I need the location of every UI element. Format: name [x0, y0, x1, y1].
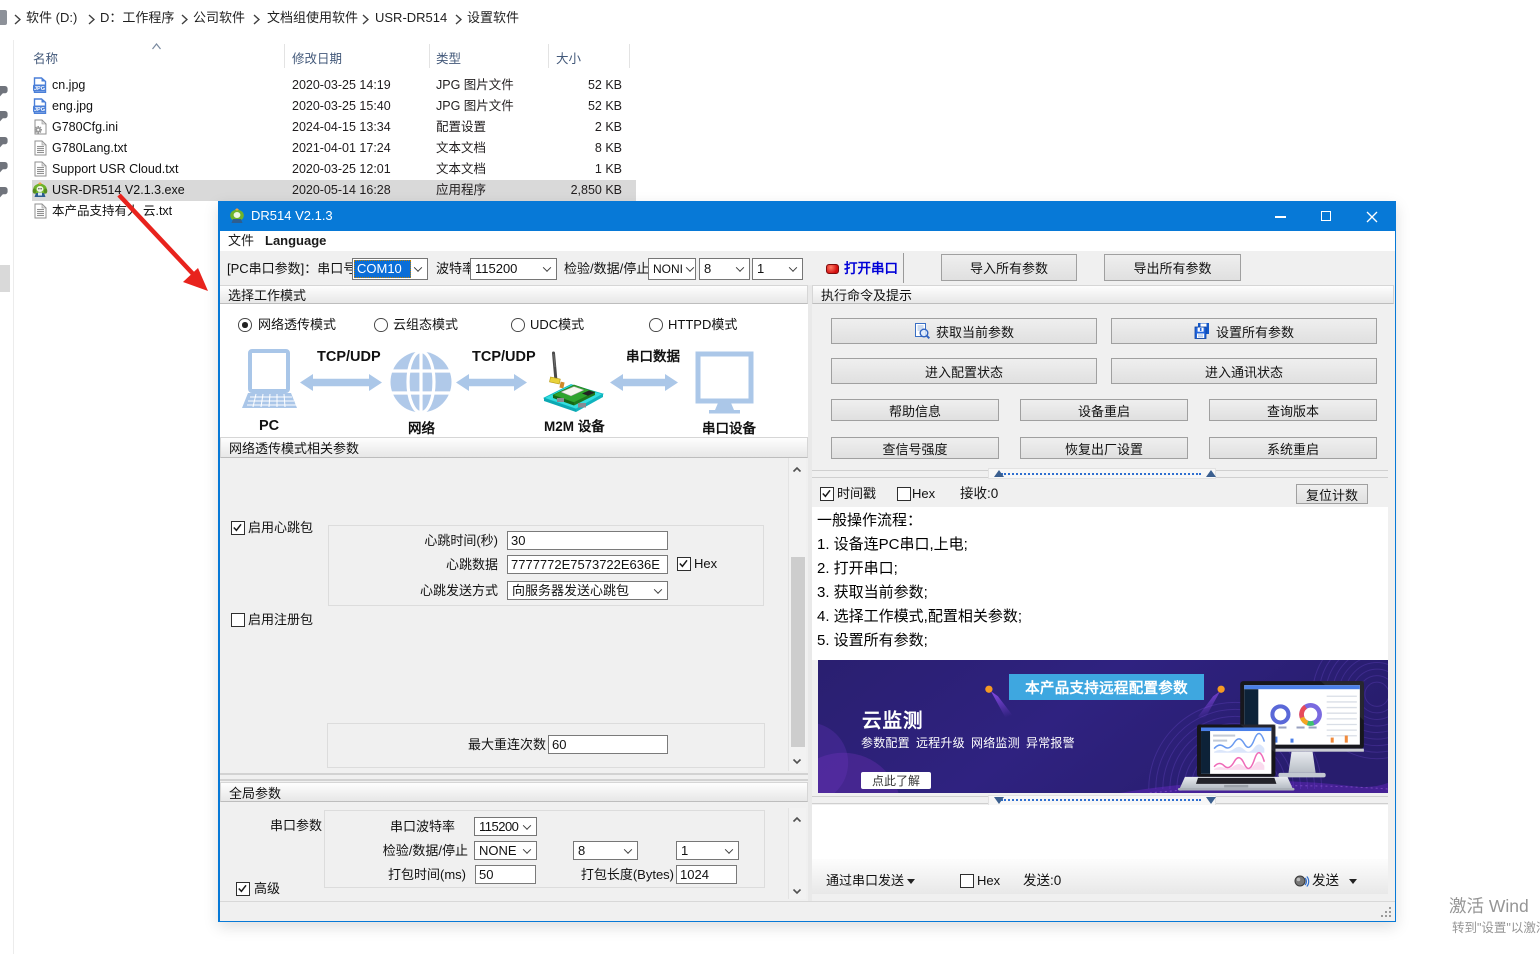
svg-text:PC: PC: [259, 418, 280, 434]
svg-text:网络: 网络: [408, 420, 435, 436]
svg-text:M2M 设备: M2M 设备: [544, 418, 605, 434]
svg-text:串口数据: 串口数据: [626, 348, 680, 364]
svg-text:TCP/UDP: TCP/UDP: [317, 349, 381, 365]
svg-text:JPG: JPG: [34, 107, 45, 113]
svg-text:JPG: JPG: [34, 86, 45, 92]
svg-text:TCP/UDP: TCP/UDP: [472, 349, 536, 365]
svg-text:串口设备: 串口设备: [702, 420, 756, 436]
